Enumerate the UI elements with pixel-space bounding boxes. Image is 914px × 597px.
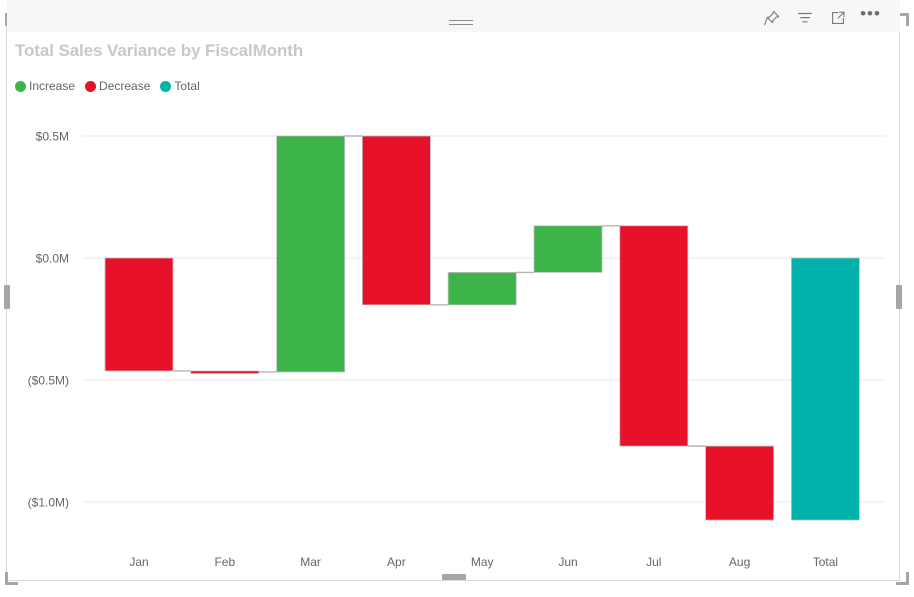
resize-handle-bottom-center[interactable]: [442, 574, 466, 580]
gridlines: [82, 136, 885, 502]
legend-label-decrease: Decrease: [99, 79, 150, 93]
waterfall-bar-apr[interactable]: [362, 136, 430, 305]
focus-mode-icon[interactable]: [828, 8, 847, 27]
x-axis-tick-label: Apr: [387, 555, 406, 569]
chart-legend: Increase Decrease Total: [15, 79, 200, 93]
visual-title: Total Sales Variance by FiscalMonth: [15, 41, 303, 61]
legend-label-total: Total: [174, 79, 199, 93]
y-axis-labels: $0.5M $0.0M ($0.5M) ($1.0M): [28, 130, 69, 510]
drag-handle-icon[interactable]: [449, 20, 473, 27]
waterfall-bar-aug[interactable]: [706, 446, 774, 520]
legend-swatch-decrease: [85, 81, 96, 92]
x-axis-tick-label: Jul: [646, 555, 661, 569]
resize-handle-bottom-left[interactable]: [5, 572, 18, 585]
x-axis-tick-label: Aug: [729, 555, 750, 569]
legend-item-decrease[interactable]: Decrease: [85, 79, 150, 93]
selection-border-bottom: [6, 580, 900, 581]
legend-label-increase: Increase: [29, 79, 75, 93]
waterfall-bars: [105, 136, 859, 520]
waterfall-bar-jan[interactable]: [105, 258, 173, 371]
legend-swatch-total: [160, 81, 171, 92]
x-axis-labels: Jan Feb Mar Apr May Jun Jul Aug Total: [129, 555, 838, 569]
power-bi-visual-tile: ••• Total Sales Variance by FiscalMonth …: [0, 0, 914, 597]
y-axis-tick-label: ($0.5M): [28, 374, 69, 388]
x-axis-tick-label: May: [471, 555, 494, 569]
legend-item-total[interactable]: Total: [160, 79, 199, 93]
more-options-icon[interactable]: •••: [861, 8, 880, 27]
resize-handle-right-middle[interactable]: [896, 285, 902, 309]
x-axis-tick-label: Jun: [558, 555, 577, 569]
y-axis-tick-label: $0.0M: [36, 252, 69, 266]
resize-handle-left-middle[interactable]: [4, 285, 10, 309]
waterfall-bar-mar[interactable]: [277, 136, 345, 372]
x-axis-tick-label: Mar: [300, 555, 321, 569]
x-axis-tick-label: Feb: [214, 555, 235, 569]
waterfall-bar-jul[interactable]: [620, 226, 688, 446]
waterfall-bar-total[interactable]: [791, 258, 859, 520]
resize-handle-bottom-right[interactable]: [896, 572, 909, 585]
x-axis-tick-label: Jan: [129, 555, 148, 569]
filter-icon[interactable]: [795, 8, 814, 27]
y-axis-tick-label: ($1.0M): [28, 496, 69, 510]
legend-swatch-increase: [15, 81, 26, 92]
y-axis-tick-label: $0.5M: [36, 130, 69, 144]
pin-icon[interactable]: [762, 8, 781, 27]
waterfall-bar-may[interactable]: [448, 272, 516, 304]
visual-header-actions: •••: [762, 8, 880, 27]
x-axis-tick-label: Total: [813, 555, 838, 569]
waterfall-bar-jun[interactable]: [534, 226, 602, 273]
legend-item-increase[interactable]: Increase: [15, 79, 75, 93]
waterfall-connectors: [173, 136, 706, 446]
visual-header: •••: [7, 0, 900, 32]
waterfall-bar-feb[interactable]: [191, 371, 259, 374]
